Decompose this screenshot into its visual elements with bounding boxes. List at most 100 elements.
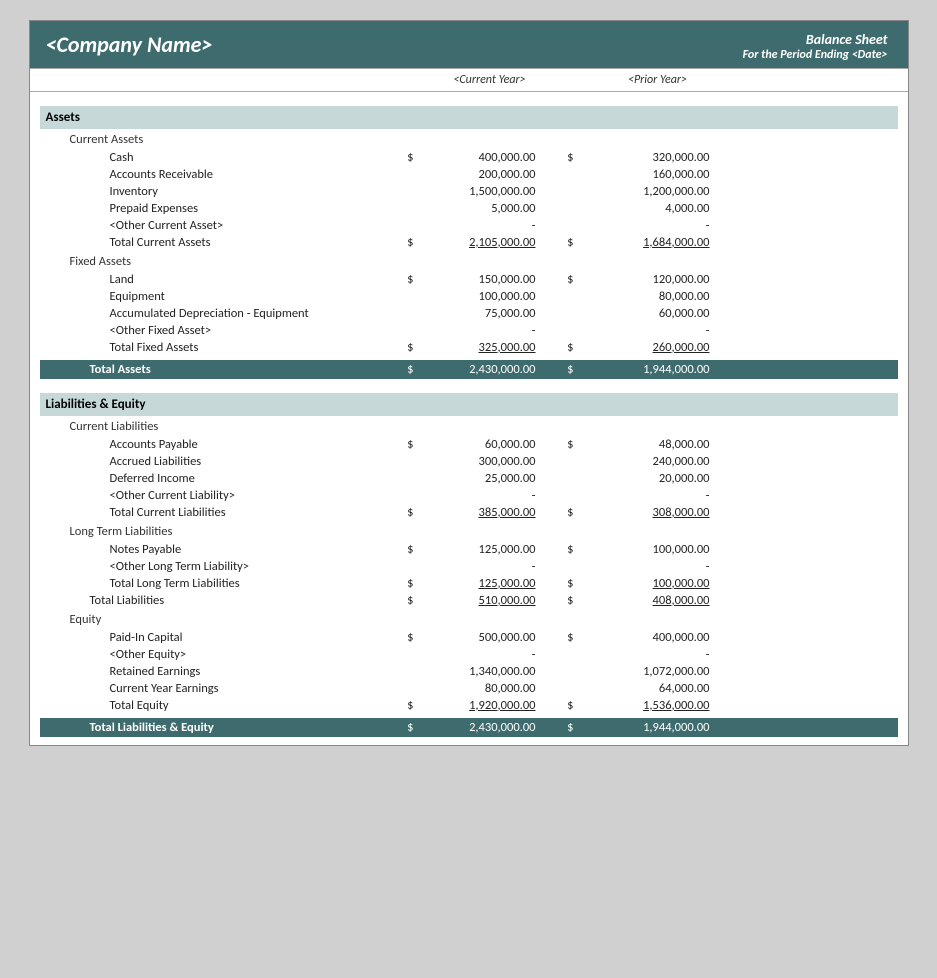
current-assets-label: Current Assets xyxy=(40,129,898,149)
total-assets-label: Total Assets xyxy=(40,362,400,377)
deferred-py: 20,000.00 xyxy=(574,471,714,486)
notes-pay-cy: 125,000.00 xyxy=(414,542,544,557)
total-eq-cy: 1,920,000.00 xyxy=(414,698,544,713)
assets-header: Assets xyxy=(40,106,898,129)
long-term-liabilities-label: Long Term Liabilities xyxy=(40,521,898,541)
other-fa-row: <Other Fixed Asset> - - xyxy=(40,322,898,339)
other-cl-py: - xyxy=(574,488,714,503)
other-cl-cy: - xyxy=(414,488,544,503)
cash-row: Cash $ 400,000.00 $ 320,000.00 xyxy=(40,149,898,166)
total-ltl-py: 100,000.00 xyxy=(574,576,714,591)
report-subtitle: For the Period Ending <Date> xyxy=(743,48,888,62)
ar-py: 160,000.00 xyxy=(574,167,714,182)
total-eq-py: 1,536,000.00 xyxy=(574,698,714,713)
notes-pay-label: Notes Payable xyxy=(40,542,400,557)
other-fa-label: <Other Fixed Asset> xyxy=(40,323,400,338)
paid-in-py: 400,000.00 xyxy=(574,630,714,645)
total-fa-label: Total Fixed Assets xyxy=(40,340,400,355)
paid-in-row: Paid-In Capital $ 500,000.00 $ 400,000.0… xyxy=(40,629,898,646)
company-name: <Company Name> xyxy=(46,31,213,58)
other-eq-row: <Other Equity> - - xyxy=(40,646,898,663)
ap-label: Accounts Payable xyxy=(40,437,400,452)
report-title: Balance Sheet xyxy=(743,31,888,48)
retained-row: Retained Earnings 1,340,000.00 1,072,000… xyxy=(40,663,898,680)
total-liab-cy: 510,000.00 xyxy=(414,593,544,608)
total-cl-row: Total Current Liabilities $ 385,000.00 $… xyxy=(40,504,898,521)
total-eq-label: Total Equity xyxy=(40,698,400,713)
content: Assets Current Assets Cash $ 400,000.00 … xyxy=(30,92,908,745)
ap-py: 48,000.00 xyxy=(574,437,714,452)
column-headers: <Current Year> <Prior Year> xyxy=(30,68,908,92)
inventory-row: Inventory 1,500,000.00 1,200,000.00 xyxy=(40,183,898,200)
deferred-row: Deferred Income 25,000.00 20,000.00 xyxy=(40,470,898,487)
balance-sheet: <Company Name> Balance Sheet For the Per… xyxy=(29,20,909,746)
other-fa-cy: - xyxy=(414,323,544,338)
ar-row: Accounts Receivable 200,000.00 160,000.0… xyxy=(40,166,898,183)
retained-label: Retained Earnings xyxy=(40,664,400,679)
total-fa-py: 260,000.00 xyxy=(574,340,714,355)
prepaid-py: 4,000.00 xyxy=(574,201,714,216)
paid-in-label: Paid-In Capital xyxy=(40,630,400,645)
total-cl-label: Total Current Liabilities xyxy=(40,505,400,520)
cash-label: Cash xyxy=(40,150,400,165)
total-assets-cy: 2,430,000.00 xyxy=(414,362,544,377)
other-fa-py: - xyxy=(574,323,714,338)
cy-earnings-label: Current Year Earnings xyxy=(40,681,400,696)
inventory-py: 1,200,000.00 xyxy=(574,184,714,199)
notes-pay-py: 100,000.00 xyxy=(574,542,714,557)
notes-pay-row: Notes Payable $ 125,000.00 $ 100,000.00 xyxy=(40,541,898,558)
ar-cy: 200,000.00 xyxy=(414,167,544,182)
total-le-row: Total Liabilities & Equity $ 2,430,000.0… xyxy=(40,718,898,737)
accrued-row: Accrued Liabilities 300,000.00 240,000.0… xyxy=(40,453,898,470)
retained-cy: 1,340,000.00 xyxy=(414,664,544,679)
equipment-label: Equipment xyxy=(40,289,400,304)
total-liab-py: 408,000.00 xyxy=(574,593,714,608)
cash-dollar: $ xyxy=(400,150,414,165)
acc-dep-row: Accumulated Depreciation - Equipment 75,… xyxy=(40,305,898,322)
other-ca-cy: - xyxy=(414,218,544,233)
other-ca-row: <Other Current Asset> - - xyxy=(40,217,898,234)
col-header-py: <Prior Year> xyxy=(578,73,738,87)
other-ca-py: - xyxy=(574,218,714,233)
inventory-cy: 1,500,000.00 xyxy=(414,184,544,199)
acc-dep-label: Accumulated Depreciation - Equipment xyxy=(40,306,400,321)
other-ltl-py: - xyxy=(574,559,714,574)
prepaid-cy: 5,000.00 xyxy=(414,201,544,216)
accrued-cy: 300,000.00 xyxy=(414,454,544,469)
equity-label: Equity xyxy=(40,609,898,629)
ar-label: Accounts Receivable xyxy=(40,167,400,182)
cash-py: 320,000.00 xyxy=(574,150,714,165)
equipment-row: Equipment 100,000.00 80,000.00 xyxy=(40,288,898,305)
total-fa-row: Total Fixed Assets $ 325,000.00 $ 260,00… xyxy=(40,339,898,356)
total-liab-label: Total Liabilities xyxy=(40,593,400,608)
deferred-cy: 25,000.00 xyxy=(414,471,544,486)
total-eq-row: Total Equity $ 1,920,000.00 $ 1,536,000.… xyxy=(40,697,898,714)
total-ca-py: 1,684,000.00 xyxy=(574,235,714,250)
cash-cy: 400,000.00 xyxy=(414,150,544,165)
other-cl-label: <Other Current Liability> xyxy=(40,488,400,503)
equipment-cy: 100,000.00 xyxy=(414,289,544,304)
fixed-assets-label: Fixed Assets xyxy=(40,251,898,271)
deferred-label: Deferred Income xyxy=(40,471,400,486)
header: <Company Name> Balance Sheet For the Per… xyxy=(30,21,908,68)
accrued-py: 240,000.00 xyxy=(574,454,714,469)
total-cl-py: 308,000.00 xyxy=(574,505,714,520)
acc-dep-cy: 75,000.00 xyxy=(414,306,544,321)
ap-cy: 60,000.00 xyxy=(414,437,544,452)
total-fa-cy: 325,000.00 xyxy=(414,340,544,355)
equipment-py: 80,000.00 xyxy=(574,289,714,304)
header-right: Balance Sheet For the Period Ending <Dat… xyxy=(743,31,892,62)
total-ca-cy: 2,105,000.00 xyxy=(414,235,544,250)
accrued-label: Accrued Liabilities xyxy=(40,454,400,469)
total-ca-label: Total Current Assets xyxy=(40,235,400,250)
ap-row: Accounts Payable $ 60,000.00 $ 48,000.00 xyxy=(40,436,898,453)
liabilities-equity-header: Liabilities & Equity xyxy=(40,393,898,416)
land-row: Land $ 150,000.00 $ 120,000.00 xyxy=(40,271,898,288)
other-ca-label: <Other Current Asset> xyxy=(40,218,400,233)
other-ltl-row: <Other Long Term Liability> - - xyxy=(40,558,898,575)
total-liab-row: Total Liabilities $ 510,000.00 $ 408,000… xyxy=(40,592,898,609)
current-liabilities-label: Current Liabilities xyxy=(40,416,898,436)
land-cy: 150,000.00 xyxy=(414,272,544,287)
retained-py: 1,072,000.00 xyxy=(574,664,714,679)
cy-earnings-py: 64,000.00 xyxy=(574,681,714,696)
